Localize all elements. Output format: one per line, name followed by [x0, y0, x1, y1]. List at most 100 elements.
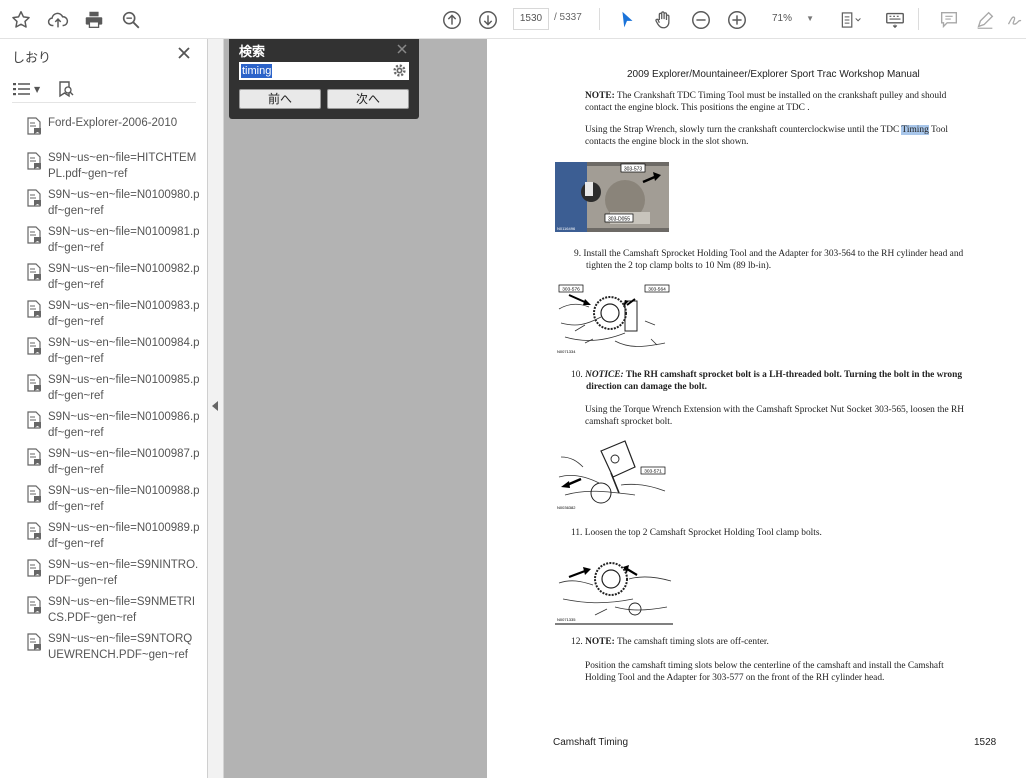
comment-icon[interactable] [936, 7, 962, 33]
bookmark-page-icon [27, 522, 41, 540]
zoom-level-select[interactable]: 71% ▼ [764, 8, 820, 30]
figure-callout: 303-564 [648, 287, 666, 293]
chevron-down-icon: ▼ [34, 84, 41, 94]
collapse-arrow-icon[interactable] [212, 401, 218, 411]
paragraph-text: Tool [928, 125, 948, 135]
figure-code: N0071334 [557, 349, 576, 354]
page-header: 2009 Explorer/Mountaineer/Explorer Sport… [627, 69, 920, 80]
bookmark-page-icon [27, 374, 41, 392]
bookmark-label: S9N~us~en~file=S9NMETRICS.PDF~gen~ref [48, 596, 196, 624]
bookmark-label: S9N~us~en~file=N0100981.pdf~gen~ref [48, 226, 200, 254]
bookmark-label: Ford-Explorer-2006-2010 [48, 117, 178, 129]
page-total: / 5337 [554, 12, 582, 23]
page-down-icon[interactable] [475, 7, 501, 33]
paragraph-text-line2: camshaft sprocket bolt. [585, 416, 673, 427]
note-label: NOTE: [585, 637, 615, 647]
bookmark-item[interactable]: S9N~us~en~file=N0100982.pdf~gen~ref [0, 261, 206, 293]
notice-label: NOTICE: [585, 370, 624, 380]
bookmark-label: S9N~us~en~file=S9NINTRO.PDF~gen~ref [48, 559, 199, 587]
hand-icon[interactable] [650, 7, 676, 33]
figure-torque-wrench: 303-571 N0036382 [555, 437, 671, 511]
step-text: 9. Install the Camshaft Sprocket Holding… [574, 249, 964, 259]
bookmark-page-icon [27, 226, 41, 244]
bookmark-label: S9N~us~en~file=HITCHTEMPL.pdf~gen~ref [48, 152, 197, 180]
step-11: 11. Loosen the top 2 Camshaft Sprocket H… [571, 528, 822, 538]
figure-callout: 303-573 [624, 167, 643, 173]
bookmark-item[interactable]: S9N~us~en~file=N0100984.pdf~gen~ref [0, 335, 206, 367]
figure-callout: 303-571 [644, 469, 662, 475]
bookmark-item[interactable]: S9N~us~en~file=N0100987.pdf~gen~ref [0, 446, 206, 478]
bookmark-item[interactable]: S9N~us~en~file=S9NTORQUEWRENCH.PDF~gen~r… [0, 631, 206, 663]
step-text-line2: tighten the 2 top clamp bolts to 10 Nm (… [586, 260, 772, 271]
pdf-page: 2009 Explorer/Mountaineer/Explorer Sport… [487, 39, 1026, 778]
bookmarks-panel: しおり ▼ Ford-Explorer-2006-2010 S9N~us~en~f… [0, 39, 208, 778]
notice-text: The RH camshaft sprocket bolt is a LH-th… [623, 370, 963, 380]
figure-clamp-bolts: N0071335 [555, 549, 673, 625]
bookmark-item[interactable]: S9N~us~en~file=S9NMETRICS.PDF~gen~ref [0, 594, 206, 626]
bookmark-item[interactable]: S9N~us~en~file=N0100981.pdf~gen~ref [0, 224, 206, 256]
close-icon[interactable] [396, 43, 408, 55]
bookmark-item[interactable]: Ford-Explorer-2006-2010 [0, 115, 206, 145]
bookmark-options-button[interactable]: ▼ [12, 79, 40, 99]
search-query: timing [241, 64, 273, 78]
search-input[interactable]: timing [239, 62, 409, 80]
list-icon [13, 83, 30, 96]
bookmark-item[interactable]: S9N~us~en~file=N0100989.pdf~gen~ref [0, 520, 206, 552]
paragraph-text: Position the camshaft timing slots below… [585, 661, 944, 671]
page-up-icon[interactable] [439, 7, 465, 33]
note-text: The Crankshaft TDC Timing Tool must be i… [614, 91, 947, 101]
bookmark-label: S9N~us~en~file=N0100980.pdf~gen~ref [48, 189, 200, 217]
page-footer-section: Camshaft Timing [553, 737, 629, 748]
next-result-button[interactable]: 次へ [327, 89, 409, 109]
torque-wrench-paragraph: Using the Torque Wrench Extension with t… [585, 405, 964, 428]
figure-code: N0071335 [557, 617, 576, 622]
select-cursor-icon[interactable] [614, 7, 640, 33]
previous-result-button[interactable]: 前へ [239, 89, 321, 109]
figure-callout: 303-576 [562, 287, 580, 293]
bookmark-item[interactable]: S9N~us~en~file=N0100988.pdf~gen~ref [0, 483, 206, 515]
zoom-out-icon[interactable] [688, 7, 714, 33]
bookmark-item[interactable]: S9N~us~en~file=N0100986.pdf~gen~ref [0, 409, 206, 441]
gear-icon[interactable] [392, 63, 407, 78]
bookmarks-panel-title: しおり [12, 51, 52, 66]
chevron-down-icon: ▼ [806, 14, 814, 23]
page-number-input[interactable]: 1530 [513, 8, 549, 30]
bookmark-item[interactable]: S9N~us~en~file=HITCHTEMPL.pdf~gen~ref [0, 150, 206, 182]
note-paragraph: NOTE: The Crankshaft TDC Timing Tool mus… [585, 91, 946, 114]
step-number: 12. [571, 637, 586, 647]
bookmark-page-icon [27, 596, 41, 614]
bookmark-label: S9N~us~en~file=N0100985.pdf~gen~ref [48, 374, 200, 402]
figure-code: N0036382 [557, 505, 576, 510]
paragraph-text: Using the Torque Wrench Extension with t… [585, 405, 965, 415]
paragraph-text-line2: Holding Tool and the Adapter for 303-577… [585, 672, 885, 683]
bookmark-page-icon [27, 337, 41, 355]
keyboard-icon[interactable] [882, 7, 908, 33]
new-bookmark-button[interactable] [57, 79, 75, 99]
bookmark-item[interactable]: S9N~us~en~file=N0100983.pdf~gen~ref [0, 298, 206, 330]
note-text-line2: contact the engine block. This positions… [585, 102, 810, 113]
bookmark-label: S9N~us~en~file=N0100983.pdf~gen~ref [48, 300, 200, 328]
find-bookmark-icon [59, 81, 74, 98]
bookmark-item[interactable]: S9N~us~en~file=N0100980.pdf~gen~ref [0, 187, 206, 219]
zoom-level-value: 71% [772, 13, 793, 24]
print-icon[interactable] [81, 7, 107, 33]
step-9: 9. Install the Camshaft Sprocket Holding… [574, 249, 963, 272]
bookmarks-toolbar: ▼ [12, 79, 196, 103]
zoom-in-icon[interactable] [724, 7, 750, 33]
bookmark-item[interactable]: S9N~us~en~file=S9NINTRO.PDF~gen~ref [0, 557, 206, 589]
panel-splitter[interactable] [208, 39, 224, 778]
upload-icon[interactable] [45, 7, 71, 33]
step-text: The camshaft timing slots are off-center… [614, 637, 769, 647]
notice-text-line2: direction can damage the bolt. [586, 381, 707, 392]
pen-icon[interactable] [972, 7, 998, 33]
star-icon[interactable] [8, 7, 34, 33]
figure-code: N0116496 [557, 226, 576, 231]
bookmark-item[interactable]: S9N~us~en~file=N0100985.pdf~gen~ref [0, 372, 206, 404]
bookmark-label: S9N~us~en~file=N0100986.pdf~gen~ref [48, 411, 200, 439]
close-icon[interactable] [176, 45, 192, 61]
zoom-search-icon[interactable] [118, 7, 144, 33]
sign-icon[interactable] [1006, 7, 1026, 33]
bookmark-page-icon [27, 117, 41, 135]
fit-page-icon[interactable] [836, 7, 866, 33]
search-popup: 検索 timing 前へ 次へ [229, 39, 419, 119]
